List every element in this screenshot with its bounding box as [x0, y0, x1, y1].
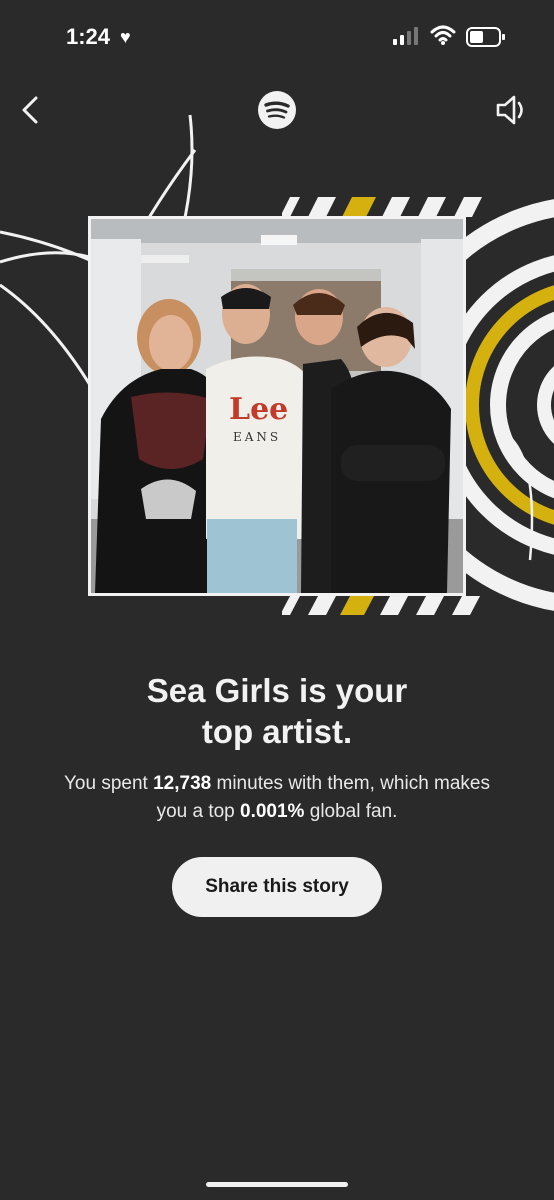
percent-value: 0.001%: [240, 801, 305, 822]
share-story-button[interactable]: Share this story: [172, 857, 382, 917]
shirt-lettering: Lee: [229, 392, 288, 427]
band-photo-illustration: Lee EANS: [91, 219, 463, 593]
body-line-2: you a top 0.001% global fan.: [20, 798, 534, 826]
body-line-1: You spent 12,738 minutes with them, whic…: [20, 770, 534, 798]
status-time: 1:24: [66, 24, 111, 49]
story-headline: Sea Girls is your top artist.: [20, 670, 534, 752]
body-middle: minutes with them, which makes: [211, 773, 491, 794]
home-indicator[interactable]: [206, 1182, 348, 1187]
story-body: You spent 12,738 minutes with them, whic…: [20, 770, 534, 826]
body-suffix: global fan.: [304, 801, 398, 822]
minutes-value: 12,738: [153, 773, 212, 794]
heart-icon: ♥: [120, 27, 131, 47]
shirt-lettering-sub: EANS: [233, 430, 281, 444]
stripe-band-top: [282, 197, 482, 217]
body-line2-prefix: you a top: [156, 801, 241, 822]
battery-icon: [466, 27, 505, 47]
wifi-icon: [430, 25, 456, 45]
stripe-band-bottom: [282, 596, 480, 615]
cellular-signal-icon: [393, 27, 418, 45]
headline-line-2: top artist.: [201, 713, 353, 750]
artist-photo: Lee EANS: [88, 216, 466, 596]
body-prefix: You spent: [64, 773, 154, 794]
headline-line-1: Sea Girls is your: [146, 672, 408, 709]
status-bar: 1:24 ♥: [0, 0, 554, 76]
